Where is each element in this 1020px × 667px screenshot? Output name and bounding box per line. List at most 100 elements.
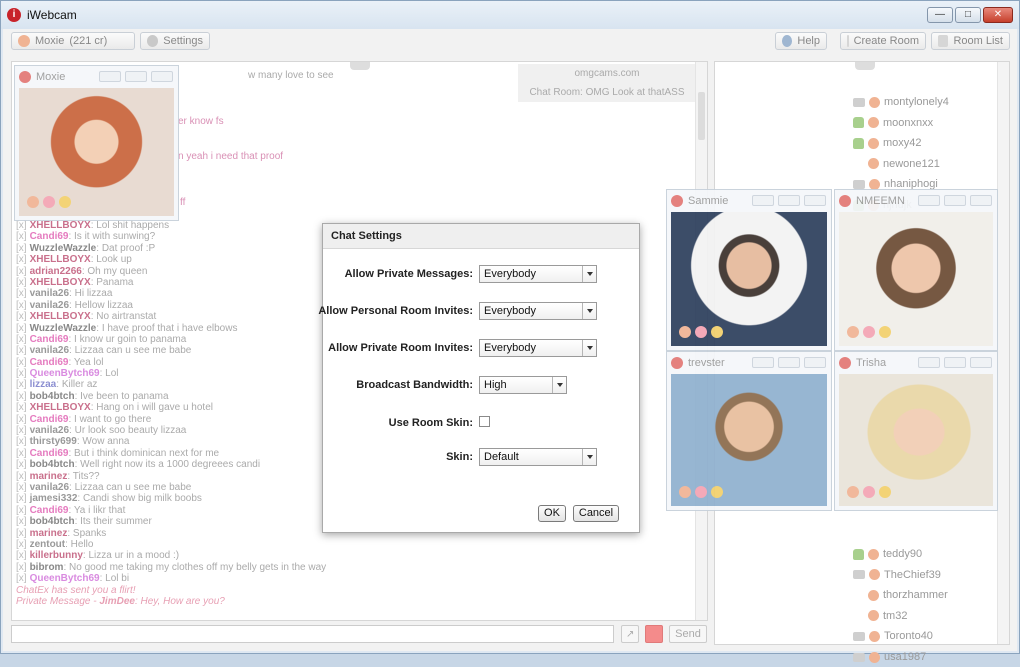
star-icon[interactable] [879, 486, 891, 498]
user-list-item[interactable]: usa1987 [853, 647, 926, 667]
delete-message-icon[interactable]: [x] [16, 550, 27, 561]
profile-icon[interactable] [847, 326, 859, 338]
delete-message-icon[interactable]: [x] [16, 277, 27, 288]
chat-username[interactable]: bob4btch [30, 459, 75, 470]
delete-message-icon[interactable]: [x] [16, 459, 27, 470]
chat-username[interactable]: adrian2266 [30, 266, 82, 277]
delete-message-icon[interactable]: [x] [16, 516, 27, 527]
star-icon[interactable] [711, 486, 723, 498]
chat-username[interactable]: marinez [30, 528, 68, 539]
heart-icon[interactable] [43, 196, 55, 208]
cancel-button[interactable]: Cancel [573, 505, 619, 522]
delete-message-icon[interactable]: [x] [16, 528, 27, 539]
user-list-item[interactable]: thorzhammer [853, 585, 948, 605]
delete-message-icon[interactable]: [x] [16, 493, 27, 504]
delete-message-icon[interactable]: [x] [16, 357, 27, 368]
chat-username[interactable]: Candi69 [30, 414, 69, 425]
star-icon[interactable] [59, 196, 71, 208]
star-icon[interactable] [879, 326, 891, 338]
heart-icon[interactable] [863, 486, 875, 498]
delete-message-icon[interactable]: [x] [16, 300, 27, 311]
heart-icon[interactable] [695, 486, 707, 498]
cam-close-button[interactable] [970, 195, 992, 206]
delete-message-icon[interactable]: [x] [16, 482, 27, 493]
chat-username[interactable]: XHELLBOYX [30, 277, 91, 288]
bandwidth-select[interactable]: High [479, 376, 567, 394]
chat-username[interactable]: Candi69 [30, 357, 69, 368]
cam-maximize-button[interactable] [778, 195, 800, 206]
chat-username[interactable]: vanila26 [30, 425, 69, 436]
user-panel-toggle[interactable] [855, 62, 875, 70]
cam-maximize-button[interactable] [125, 71, 147, 82]
cam-maximize-button[interactable] [944, 195, 966, 206]
profile-icon[interactable] [847, 486, 859, 498]
chat-scroll-thumb[interactable] [698, 92, 705, 140]
delete-message-icon[interactable]: [x] [16, 254, 27, 265]
chat-username[interactable]: vanila26 [30, 482, 69, 493]
private-invites-select[interactable]: Everybody [479, 339, 597, 357]
chat-username[interactable]: QueenBytch69 [30, 573, 100, 584]
create-room-button[interactable]: Create Room [840, 32, 926, 50]
star-icon[interactable] [711, 326, 723, 338]
chat-username[interactable]: vanila26 [30, 300, 69, 311]
heart-icon[interactable] [863, 326, 875, 338]
chat-username[interactable]: bob4btch [30, 516, 75, 527]
cam-window-moxie[interactable]: Moxie [14, 65, 179, 221]
cam-maximize-button[interactable] [944, 357, 966, 368]
delete-message-icon[interactable]: [x] [16, 414, 27, 425]
room-skin-checkbox[interactable] [479, 416, 490, 427]
chat-username[interactable]: Candi69 [30, 448, 69, 459]
cam-minimize-button[interactable] [752, 195, 774, 206]
delete-message-icon[interactable]: [x] [16, 368, 27, 379]
chat-username[interactable]: bibrom [30, 562, 64, 573]
delete-message-icon[interactable]: [x] [16, 539, 27, 550]
delete-message-icon[interactable]: [x] [16, 334, 27, 345]
delete-message-icon[interactable]: [x] [16, 345, 27, 356]
delete-message-icon[interactable]: [x] [16, 288, 27, 299]
chat-username[interactable]: WuzzleWazzle [30, 323, 97, 334]
user-list-item[interactable]: tm32 [853, 606, 907, 626]
cam-minimize-button[interactable] [752, 357, 774, 368]
cam-maximize-button[interactable] [778, 357, 800, 368]
chat-username[interactable]: zentout [30, 539, 66, 550]
user-list-item[interactable]: montylonely4 [853, 92, 949, 112]
chat-panel-toggle[interactable] [350, 62, 370, 70]
chat-username[interactable]: vanila26 [30, 288, 69, 299]
delete-message-icon[interactable]: [x] [16, 505, 27, 516]
delete-message-icon[interactable]: [x] [16, 425, 27, 436]
profile-icon[interactable] [27, 196, 39, 208]
heart-icon[interactable] [695, 326, 707, 338]
user-list-item[interactable]: moxy42 [853, 133, 922, 153]
chat-username[interactable]: XHELLBOYX [30, 402, 91, 413]
send-button[interactable]: Send [669, 625, 707, 643]
delete-message-icon[interactable]: [x] [16, 231, 27, 242]
chat-username[interactable]: jamesi332 [30, 493, 78, 504]
cam-minimize-button[interactable] [918, 357, 940, 368]
chat-username[interactable]: marinez [30, 471, 68, 482]
cam-close-button[interactable] [804, 195, 826, 206]
chat-username[interactable]: killerbunny [30, 550, 83, 561]
room-list-button[interactable]: Room List [931, 32, 1010, 50]
cam-close-button[interactable] [804, 357, 826, 368]
private-messages-select[interactable]: Everybody [479, 265, 597, 283]
chat-username[interactable]: vanila26 [30, 345, 69, 356]
delete-message-icon[interactable]: [x] [16, 266, 27, 277]
profile-icon[interactable] [679, 326, 691, 338]
cam-window-trisha[interactable]: Trisha [834, 351, 998, 511]
chat-username[interactable]: bob4btch [30, 391, 75, 402]
delete-message-icon[interactable]: [x] [16, 448, 27, 459]
delete-message-icon[interactable]: [x] [16, 436, 27, 447]
cam-minimize-button[interactable] [99, 71, 121, 82]
delete-message-icon[interactable]: [x] [16, 379, 27, 390]
text-color-button[interactable] [645, 625, 663, 643]
chat-username[interactable]: thirsty699 [30, 436, 77, 447]
chat-username[interactable]: XHELLBOYX [30, 254, 91, 265]
chat-username[interactable]: Candi69 [30, 231, 69, 242]
cam-close-button[interactable] [970, 357, 992, 368]
ok-button[interactable]: OK [538, 505, 566, 522]
chat-username[interactable]: XHELLBOYX [30, 220, 91, 231]
skin-select[interactable]: Default [479, 448, 597, 466]
delete-message-icon[interactable]: [x] [16, 471, 27, 482]
user-list-item[interactable]: teddy90 [853, 544, 922, 564]
cam-window-nmeemn[interactable]: NMEEMN [834, 189, 998, 351]
